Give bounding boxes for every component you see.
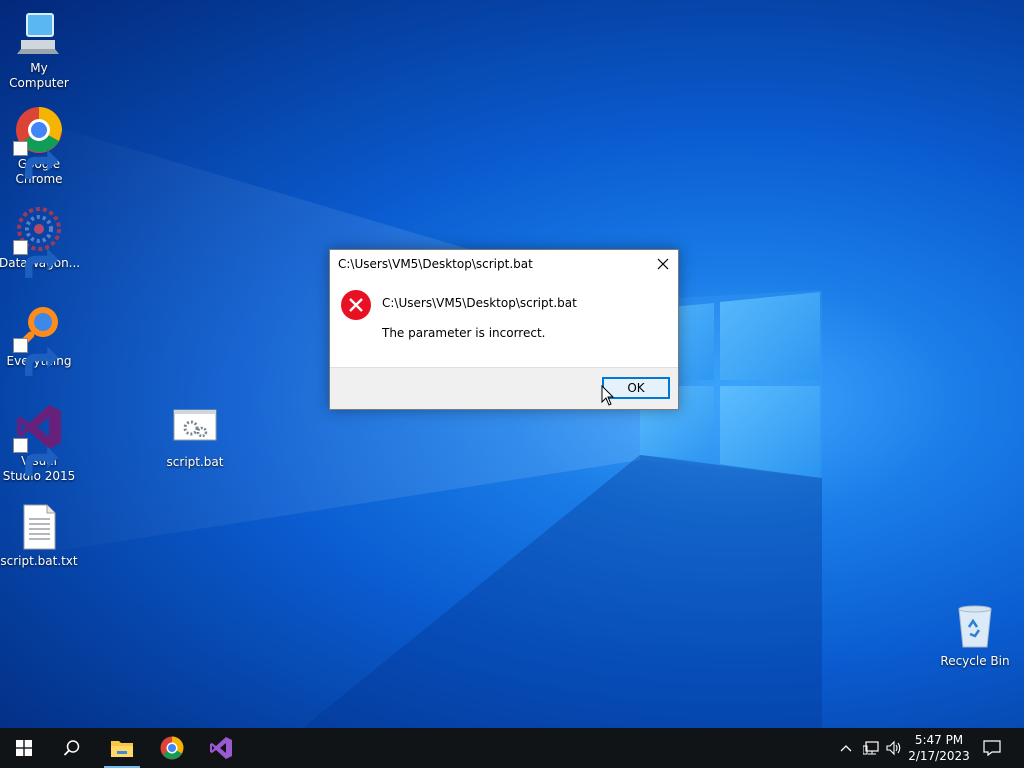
taskbar-chrome[interactable] bbox=[148, 728, 196, 768]
taskbar-file-explorer[interactable] bbox=[98, 728, 146, 768]
visual-studio-icon bbox=[13, 403, 63, 476]
desktop-icon-datawagon[interactable]: DataWagon... bbox=[0, 205, 80, 278]
batch-file-icon bbox=[171, 404, 219, 452]
search-button[interactable] bbox=[48, 728, 96, 768]
dialog-title: C:\Users\VM5\Desktop\script.bat bbox=[338, 257, 533, 271]
search-icon bbox=[63, 740, 80, 756]
clock-time: 5:47 PM bbox=[914, 733, 964, 747]
shortcut-arrow-icon bbox=[13, 141, 59, 179]
desktop-icon-label: Recycle Bin bbox=[940, 654, 1010, 668]
mouse-cursor-icon bbox=[601, 385, 615, 406]
shortcut-arrow-icon bbox=[13, 338, 59, 376]
desktop-icon-my-computer[interactable]: My Computer bbox=[0, 10, 79, 91]
close-icon bbox=[657, 258, 669, 270]
dialog-footer: OK bbox=[330, 367, 678, 409]
datawagon-icon bbox=[13, 205, 63, 278]
taskbar-visual-studio[interactable] bbox=[197, 728, 245, 768]
dialog-path-text: C:\Users\VM5\Desktop\script.bat bbox=[382, 296, 577, 310]
chrome-icon bbox=[160, 736, 184, 760]
file-explorer-icon bbox=[111, 741, 133, 757]
desktop-icon-google-chrome[interactable]: Google Chrome bbox=[0, 106, 79, 187]
text-file-icon bbox=[15, 503, 63, 551]
start-button[interactable] bbox=[0, 728, 48, 768]
chrome-icon bbox=[13, 106, 63, 179]
desktop-icon-recycle-bin[interactable]: Recycle Bin bbox=[935, 603, 1015, 669]
windows-start-icon bbox=[16, 740, 32, 756]
desktop-icon-visual-studio[interactable]: Visual Studio 2015 bbox=[0, 403, 79, 484]
taskbar: 5:47 PM 2/17/2023 bbox=[0, 728, 1024, 768]
visual-studio-icon bbox=[210, 737, 232, 759]
error-dialog: C:\Users\VM5\Desktop\script.bat C:\Users… bbox=[329, 249, 679, 410]
desktop-icon-script-bat[interactable]: script.bat bbox=[155, 404, 235, 470]
close-button[interactable] bbox=[648, 250, 678, 280]
dialog-message: The parameter is incorrect. bbox=[382, 326, 546, 340]
notification-icon[interactable] bbox=[983, 739, 1001, 757]
error-icon bbox=[340, 289, 372, 321]
volume-icon[interactable] bbox=[886, 740, 902, 756]
desktop-icon-label: My Computer bbox=[9, 61, 69, 90]
shortcut-arrow-icon bbox=[13, 240, 59, 278]
desktop-icon-everything[interactable]: Everything bbox=[0, 303, 79, 376]
taskbar-clock[interactable]: 5:47 PM 2/17/2023 bbox=[905, 732, 973, 764]
desktop-icon-label: script.bat bbox=[166, 455, 224, 469]
everything-search-icon bbox=[13, 303, 63, 376]
network-icon[interactable] bbox=[863, 740, 879, 756]
desktop-icon-label: script.bat.txt bbox=[0, 554, 78, 568]
recycle-bin-icon bbox=[951, 603, 999, 651]
chevron-up-icon[interactable] bbox=[838, 740, 854, 756]
computer-icon bbox=[15, 10, 63, 58]
desktop-icon-script-bat-txt[interactable]: script.bat.txt bbox=[0, 503, 79, 569]
clock-date: 2/17/2023 bbox=[908, 749, 970, 763]
shortcut-arrow-icon bbox=[13, 438, 59, 476]
